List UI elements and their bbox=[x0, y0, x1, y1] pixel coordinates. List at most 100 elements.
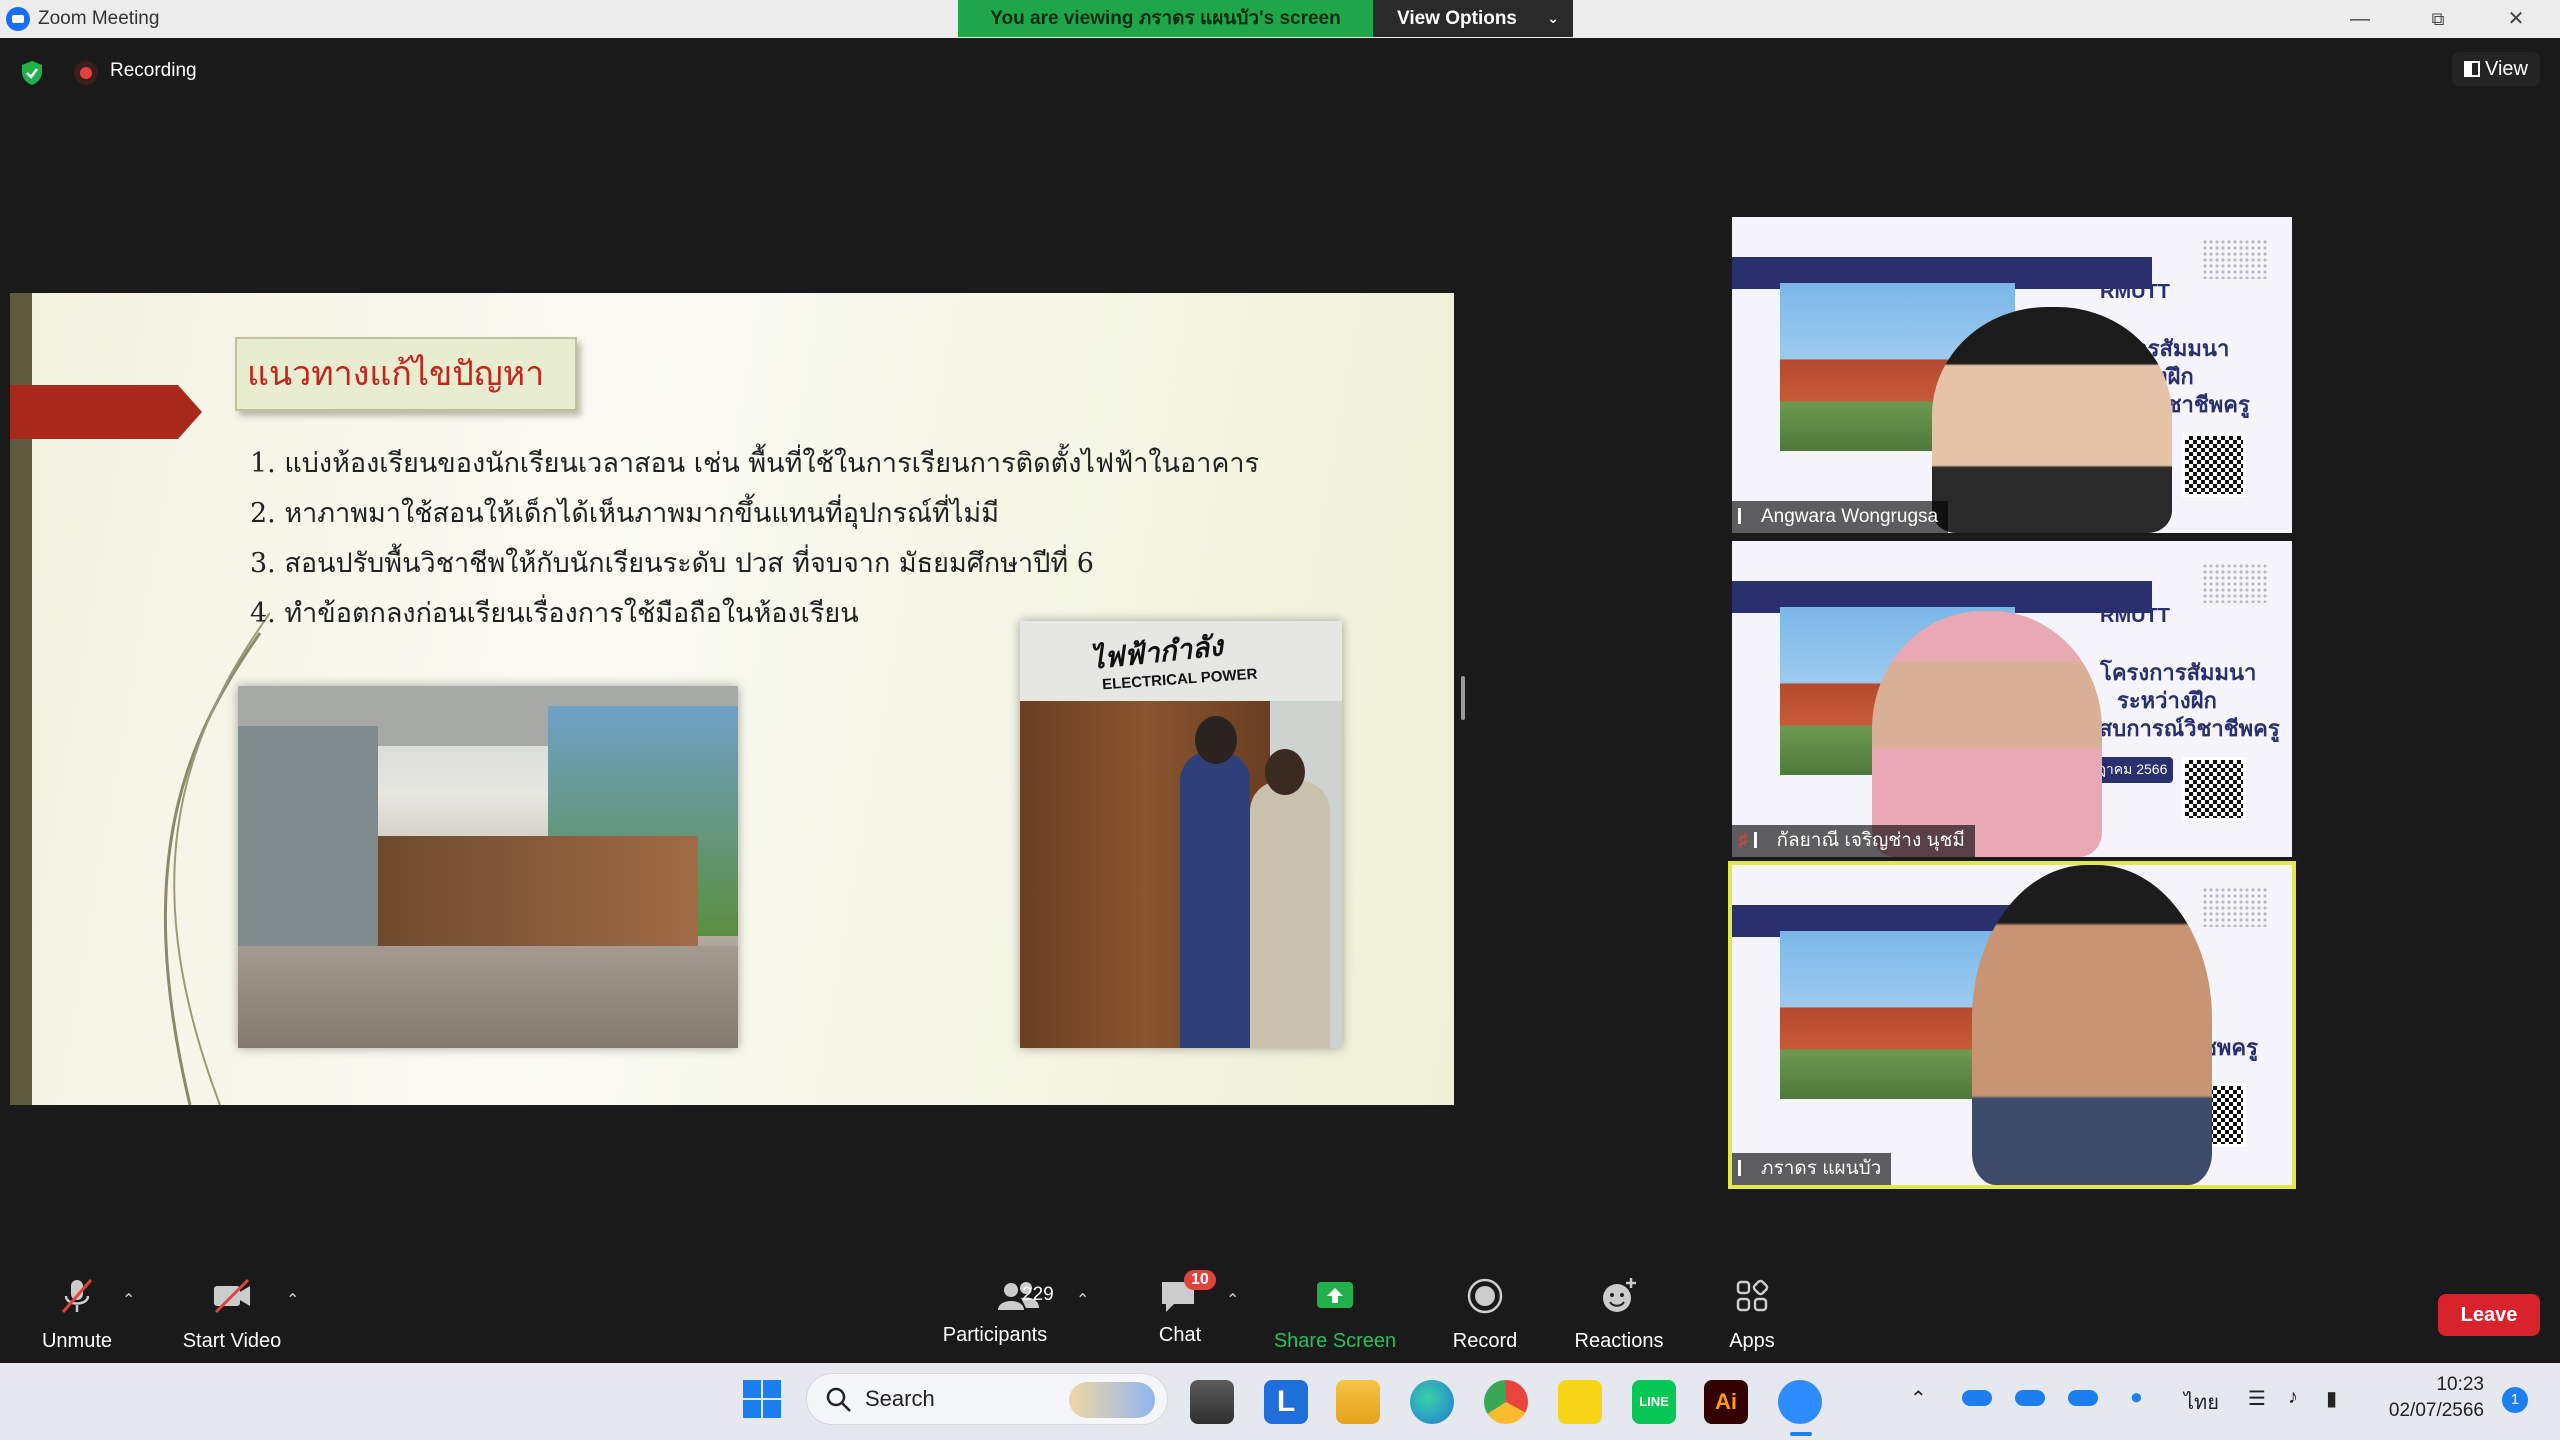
audio-options-caret-icon[interactable]: ⌃ bbox=[122, 1290, 135, 1310]
shared-screen-slide: แนวทางแก้ไขปัญหา 1. แบ่งห้องเรียนของนักเ… bbox=[10, 293, 1454, 1105]
slide-arrow-decoration bbox=[10, 385, 202, 439]
participant-video-feed bbox=[1932, 307, 2172, 533]
share-screen-label: Share Screen bbox=[1273, 1330, 1397, 1352]
apps-icon bbox=[1736, 1279, 1769, 1312]
participant-name: Angwara Wongrugsa bbox=[1761, 506, 1939, 527]
classroom-photo bbox=[238, 686, 738, 1048]
onedrive-icon[interactable] bbox=[2068, 1390, 2098, 1406]
pin-icon bbox=[1738, 508, 1753, 524]
chrome-browser-icon[interactable] bbox=[1484, 1380, 1528, 1424]
unmute-label: Unmute bbox=[41, 1330, 113, 1352]
tray-overflow-icon[interactable]: ⌃ bbox=[1910, 1386, 1927, 1411]
record-icon bbox=[1467, 1278, 1503, 1314]
slide-item: 1. แบ่งห้องเรียนของนักเรียนเวลาสอน เช่น … bbox=[250, 448, 1260, 479]
participants-caret-icon[interactable]: ⌃ bbox=[1076, 1290, 1089, 1310]
students-photo: ไฟฟ้ากำลัง ELECTRICAL POWER bbox=[1020, 621, 1342, 1048]
input-language[interactable]: ไทย bbox=[2184, 1386, 2219, 1418]
share-screen-button[interactable]: Share Screen bbox=[1270, 1276, 1400, 1353]
muted-microphone-icon bbox=[61, 1279, 93, 1313]
reactions-label: Reactions bbox=[1574, 1330, 1664, 1352]
participant-video-tile[interactable]: RMUTT การสัมมนา ว่างฝึก รณ์วิชาชีพครู 25… bbox=[1732, 217, 2292, 533]
record-button[interactable]: Record bbox=[1440, 1276, 1530, 1353]
leave-button[interactable]: Leave bbox=[2438, 1294, 2540, 1336]
onedrive-icon[interactable] bbox=[2015, 1390, 2045, 1406]
participant-video-tile-active-speaker[interactable]: ชพครู ภราดร แผนบัว bbox=[1728, 861, 2296, 1189]
slide-title: แนวทางแก้ไขปัญหา bbox=[235, 337, 577, 411]
zoom-active-indicator bbox=[1790, 1432, 1812, 1436]
background-logo-text: RMUTT bbox=[2100, 605, 2170, 627]
background-dots bbox=[2202, 563, 2268, 603]
volume-icon[interactable]: ♪ bbox=[2288, 1386, 2298, 1409]
start-video-button[interactable]: Start Video bbox=[170, 1276, 294, 1353]
muted-mic-icon: ♯ bbox=[1738, 830, 1748, 851]
participant-count: 229 bbox=[1022, 1284, 1054, 1305]
reactions-button[interactable]: Reactions bbox=[1566, 1276, 1672, 1353]
security-shield-icon[interactable] bbox=[20, 60, 44, 86]
recording-label: Recording bbox=[110, 60, 197, 81]
notification-badge[interactable]: 1 bbox=[2502, 1387, 2528, 1413]
qr-code-icon bbox=[2182, 433, 2246, 497]
apps-button[interactable]: Apps bbox=[1720, 1276, 1784, 1353]
clock-time: 10:23 bbox=[2436, 1374, 2484, 1395]
windows-start-icon[interactable] bbox=[742, 1379, 782, 1419]
sticky-notes-icon[interactable] bbox=[1558, 1380, 1602, 1424]
video-options-caret-icon[interactable]: ⌃ bbox=[286, 1290, 299, 1310]
participant-video-feed bbox=[1972, 865, 2212, 1185]
participants-label: Participants bbox=[942, 1324, 1048, 1346]
l-app-icon[interactable]: L bbox=[1264, 1380, 1308, 1424]
clock-date: 02/07/2566 bbox=[2388, 1400, 2484, 1421]
view-options-button[interactable]: View Options ⌄ bbox=[1373, 0, 1573, 37]
file-explorer-icon[interactable] bbox=[1336, 1380, 1380, 1424]
start-video-label: Start Video bbox=[182, 1330, 282, 1352]
restore-icon[interactable]: ⧉ bbox=[2418, 4, 2458, 34]
minimize-icon[interactable]: — bbox=[2340, 4, 2380, 34]
recording-icon bbox=[74, 61, 98, 85]
chat-label: Chat bbox=[1158, 1324, 1202, 1346]
battery-icon[interactable]: ▮ bbox=[2326, 1386, 2337, 1411]
background-logo-text: RMUTT bbox=[2100, 281, 2170, 303]
view-options-label: View Options bbox=[1397, 8, 1518, 29]
unmute-button[interactable]: Unmute bbox=[20, 1276, 134, 1353]
participant-video-feed bbox=[1872, 611, 2102, 857]
apps-label: Apps bbox=[1729, 1330, 1775, 1352]
screen-share-banner: You are viewing ภราดร แผนบัว's screen bbox=[958, 0, 1373, 37]
zoom-app-icon[interactable] bbox=[1778, 1380, 1822, 1424]
pin-icon bbox=[1738, 1160, 1753, 1176]
qr-code-icon bbox=[2182, 757, 2246, 821]
record-label: Record bbox=[1452, 1330, 1518, 1352]
participant-name-tag: Angwara Wongrugsa bbox=[1732, 501, 1949, 533]
microphone-in-use-icon[interactable]: ⚫ bbox=[2128, 1386, 2145, 1411]
panel-resize-handle[interactable] bbox=[1461, 676, 1465, 720]
background-dots bbox=[2202, 239, 2268, 279]
chevron-down-icon: ⌄ bbox=[1547, 10, 1559, 26]
pin-icon bbox=[1753, 832, 1769, 848]
illustrator-icon[interactable]: Ai bbox=[1704, 1380, 1748, 1424]
background-text: ะสบการณ์วิชาชีพครู bbox=[2087, 716, 2280, 741]
slide-item: 2. หาภาพมาใช้สอนให้เด็กได้เห็นภาพมากขึ้น… bbox=[250, 498, 1000, 529]
taskbar-clock[interactable]: 10:23 02/07/2566 bbox=[2384, 1372, 2484, 1424]
participant-name-tag: ♯ กัลยาณี เจริญช่าง นุชมี bbox=[1732, 825, 1975, 857]
line-app-icon[interactable]: LINE bbox=[1632, 1380, 1676, 1424]
participant-name: ภราดร แผนบัว bbox=[1761, 1158, 1882, 1179]
video-off-icon bbox=[214, 1278, 250, 1314]
reactions-smiley-icon bbox=[1603, 1278, 1636, 1312]
task-view-icon[interactable] bbox=[1190, 1380, 1234, 1424]
view-layout-button[interactable]: View bbox=[2452, 52, 2540, 86]
onedrive-icon[interactable] bbox=[1962, 1390, 1992, 1406]
participant-video-tile[interactable]: RMUTT โครงการสัมมนา ระหว่างฝึก ะสบการณ์ว… bbox=[1732, 541, 2292, 857]
search-placeholder: Search bbox=[865, 1386, 935, 1411]
wifi-icon[interactable]: ☰ bbox=[2248, 1386, 2266, 1411]
share-screen-icon bbox=[1317, 1282, 1353, 1308]
search-highlight-icon bbox=[1069, 1382, 1155, 1418]
participants-button[interactable]: 229 Participants bbox=[930, 1276, 1060, 1347]
background-dots bbox=[2202, 887, 2268, 927]
edge-browser-icon[interactable] bbox=[1410, 1380, 1454, 1424]
participant-name: กัลยาณี เจริญช่าง นุชมี bbox=[1776, 830, 1965, 851]
chat-button[interactable]: 10 Chat bbox=[1150, 1270, 1216, 1347]
search-icon bbox=[826, 1387, 851, 1412]
view-label: View bbox=[2485, 58, 2528, 80]
close-icon[interactable]: ✕ bbox=[2496, 4, 2536, 34]
chat-caret-icon[interactable]: ⌃ bbox=[1226, 1290, 1239, 1310]
taskbar-search-box[interactable]: Search bbox=[806, 1373, 1168, 1425]
slide-item: 4. ทำข้อตกลงก่อนเรียนเรื่องการใช้มือถือใ… bbox=[250, 598, 859, 629]
